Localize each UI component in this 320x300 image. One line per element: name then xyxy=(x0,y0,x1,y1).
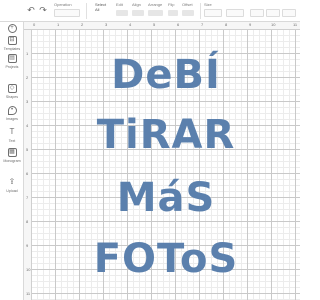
edit-label: Edit xyxy=(116,2,123,7)
width-input[interactable] xyxy=(204,9,222,17)
top-toolbar: ↶ ↷ Operation Select All Edit Align Arra… xyxy=(0,0,300,22)
ruler-tick-label: 8 xyxy=(26,219,29,224)
sidebar-item-projects[interactable]: ▤ Projects xyxy=(0,54,24,74)
operation-group: Operation xyxy=(54,2,80,20)
operation-select[interactable] xyxy=(54,9,80,17)
ruler-tick-label: 11 xyxy=(293,22,298,27)
upload-icon: ⇪ xyxy=(8,177,16,186)
sidebar-item-label: Images xyxy=(6,117,18,121)
sidebar-item-label: Upload xyxy=(6,189,18,193)
arrange-button[interactable] xyxy=(148,10,163,16)
select-all-button[interactable]: Select All xyxy=(95,2,109,12)
ruler-tick-label: 11 xyxy=(26,291,31,296)
x-position-input[interactable] xyxy=(266,9,280,17)
operation-label: Operation xyxy=(54,2,72,7)
ruler-tick-label: 3 xyxy=(105,22,108,27)
canvas-text-line-2[interactable]: TiRAR xyxy=(32,112,300,158)
ruler-tick-label: 7 xyxy=(26,195,29,200)
sidebar-item-upload[interactable]: ⇪ Upload xyxy=(0,178,24,198)
ruler-tick-label: 1 xyxy=(26,51,29,56)
size-label: Size xyxy=(204,2,212,7)
ruler-tick-label: 5 xyxy=(26,147,29,152)
sidebar-item-label: Shapes xyxy=(5,95,19,99)
ruler-tick-label: 4 xyxy=(129,22,132,27)
shapes-icon: ◇ xyxy=(7,84,17,93)
sidebar-item-images[interactable]: • Images xyxy=(0,106,24,126)
sidebar-item-label: Projects xyxy=(5,65,19,69)
left-sidebar: + ⊟ Templates ▤ Projects ◇ Shapes • Imag… xyxy=(0,22,24,300)
toolbar-separator xyxy=(86,3,87,19)
arrange-label: Arrange xyxy=(148,2,163,7)
arrange-group: Arrange xyxy=(148,2,166,20)
ruler-tick-label: 4 xyxy=(26,123,29,128)
sidebar-item-shapes[interactable]: ◇ Shapes xyxy=(0,84,24,104)
ruler-tick-label: 2 xyxy=(26,75,29,80)
align-label: Align xyxy=(132,2,141,7)
offset-label: Offset xyxy=(182,2,193,7)
flip-group: Flip xyxy=(168,2,180,20)
offset-button[interactable] xyxy=(182,10,194,16)
ruler-tick-label: 5 xyxy=(153,22,156,27)
flip-button[interactable] xyxy=(168,10,178,16)
templates-icon: ⊟ xyxy=(7,36,17,45)
align-button[interactable] xyxy=(132,10,144,16)
text-icon: T xyxy=(9,127,15,136)
canvas-text-line-3[interactable]: MáS xyxy=(32,175,300,221)
projects-icon: ▤ xyxy=(7,54,17,63)
align-group: Align xyxy=(132,2,146,20)
vertical-ruler: 1 2 3 4 5 6 7 8 9 10 11 xyxy=(24,30,32,300)
ruler-tick-label: 9 xyxy=(26,243,29,248)
y-position-input[interactable] xyxy=(282,9,296,17)
rotate-input[interactable] xyxy=(250,9,264,17)
undo-icon[interactable]: ↶ xyxy=(26,5,36,15)
ruler-tick-label: 3 xyxy=(26,99,29,104)
canvas-text-line-1[interactable]: DeBÍ xyxy=(32,52,300,98)
size-group: Size xyxy=(204,2,244,20)
plus-icon: + xyxy=(7,24,17,33)
sidebar-item-label: Text xyxy=(8,139,16,143)
edit-group: Edit xyxy=(116,2,130,20)
toolbar-separator xyxy=(200,3,201,19)
rotate-position-group xyxy=(250,2,296,20)
ruler-tick-label: 6 xyxy=(177,22,180,27)
sidebar-item-label: Templates xyxy=(3,47,21,51)
offset-group: Offset xyxy=(182,2,196,20)
edit-button[interactable] xyxy=(116,10,128,16)
ruler-tick-label: 0 xyxy=(33,22,36,27)
sidebar-item-text[interactable]: T Text xyxy=(0,128,24,148)
sidebar-item-templates[interactable]: ⊟ Templates xyxy=(0,36,24,56)
height-input[interactable] xyxy=(226,9,244,17)
horizontal-ruler: 0 1 2 3 4 5 6 7 8 9 10 11 xyxy=(24,22,300,30)
sidebar-item-label: Monogram xyxy=(3,159,21,163)
monogram-icon: ▦ xyxy=(7,148,17,157)
flip-label: Flip xyxy=(168,2,175,7)
ruler-tick-label: 8 xyxy=(225,22,228,27)
canvas-text-line-4[interactable]: FOToS xyxy=(32,236,300,282)
ruler-tick-label: 7 xyxy=(201,22,204,27)
ruler-tick-label: 9 xyxy=(249,22,252,27)
ruler-tick-label: 10 xyxy=(26,267,31,272)
redo-icon[interactable]: ↷ xyxy=(38,5,48,15)
ruler-tick-label: 10 xyxy=(271,22,276,27)
ruler-tick-label: 6 xyxy=(26,171,29,176)
ruler-tick-label: 2 xyxy=(81,22,84,27)
ruler-tick-label: 1 xyxy=(57,22,60,27)
images-icon: • xyxy=(7,106,17,115)
sidebar-item-monogram[interactable]: ▦ Monogram xyxy=(0,148,24,168)
